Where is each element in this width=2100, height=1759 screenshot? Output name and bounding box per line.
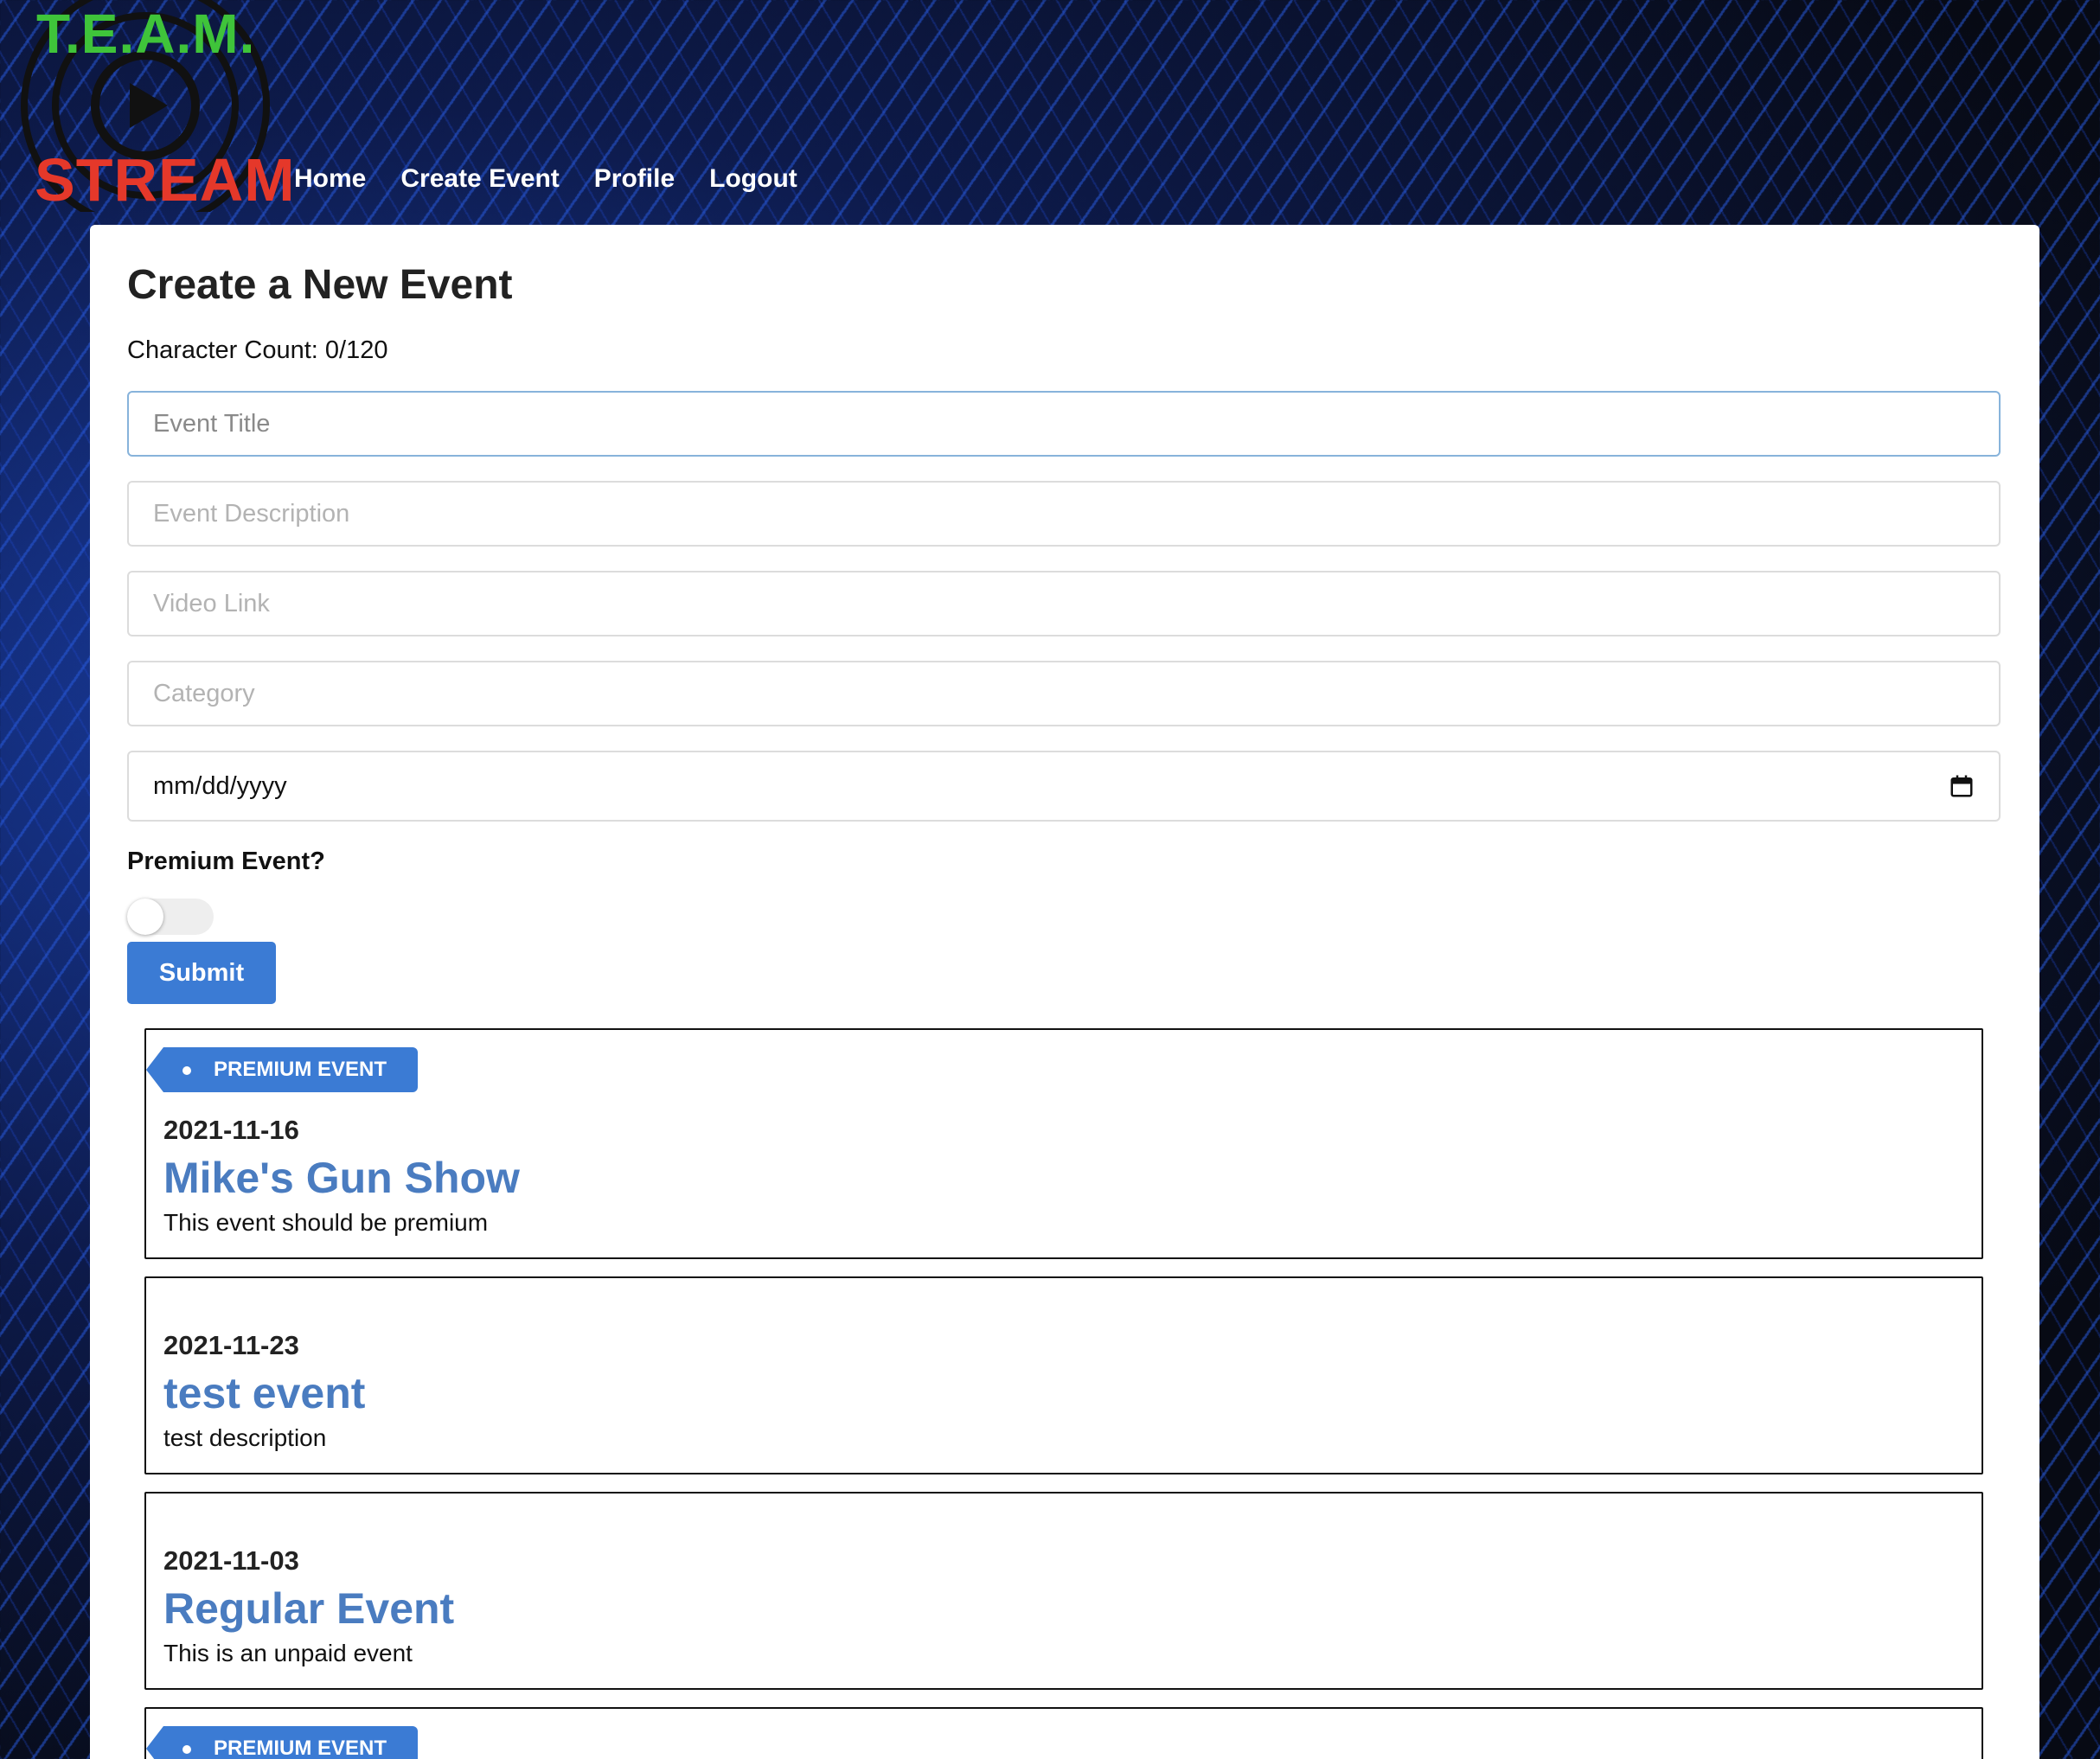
premium-event-toggle[interactable]: [127, 899, 214, 935]
event-card: PREMIUM EVENT 2021-11-16 Mike's Gun Show…: [144, 1028, 1983, 1259]
event-list: PREMIUM EVENT 2021-11-16 Mike's Gun Show…: [144, 1028, 2002, 1759]
category-input[interactable]: [127, 661, 2001, 726]
nav-link-home[interactable]: Home: [294, 164, 366, 194]
team-stream-logo[interactable]: T.E.A.M. STREAM: [16, 0, 295, 214]
nav-link-profile[interactable]: Profile: [594, 164, 675, 194]
event-date: 2021-11-16: [163, 1115, 299, 1145]
date-input-value: mm/dd/yyyy: [153, 771, 287, 800]
event-date: 2021-11-23: [163, 1330, 299, 1360]
event-description: test description: [163, 1424, 327, 1451]
event-title-link[interactable]: Regular Event: [163, 1585, 1964, 1633]
premium-tag-label: PREMIUM EVENT: [214, 1058, 387, 1081]
logo-text-top: T.E.A.M.: [36, 3, 256, 65]
nav-link-create-event[interactable]: Create Event: [400, 164, 559, 194]
page-title: Create a New Event: [127, 262, 513, 308]
main-nav: Home Create Event Profile Logout: [294, 164, 797, 194]
event-title-input[interactable]: [127, 391, 2001, 457]
event-date: 2021-11-03: [163, 1545, 299, 1576]
event-description: This is an unpaid event: [163, 1640, 413, 1666]
character-count: Character Count: 0/120: [127, 336, 388, 364]
video-link-input[interactable]: [127, 571, 2001, 636]
premium-event-label: Premium Event?: [127, 848, 325, 875]
premium-event-tag: PREMIUM EVENT: [145, 1047, 419, 1092]
event-date-input[interactable]: mm/dd/yyyy: [127, 751, 2001, 822]
tag-dot-icon: [182, 1066, 191, 1075]
create-event-card: Create a New Event Character Count: 0/12…: [90, 225, 2039, 1759]
site-header: T.E.A.M. STREAM Home Create Event Profil…: [0, 0, 2100, 225]
event-card: PREMIUM EVENT: [144, 1707, 1983, 1759]
calendar-icon[interactable]: [1949, 773, 1975, 799]
event-card: 2021-11-23 test event test description: [144, 1276, 1983, 1474]
event-card: 2021-11-03 Regular Event This is an unpa…: [144, 1492, 1983, 1690]
tag-dot-icon: [182, 1745, 191, 1754]
logo-text-bottom: STREAM: [35, 146, 296, 214]
event-description-input[interactable]: [127, 481, 2001, 547]
premium-event-tag: PREMIUM EVENT: [145, 1726, 419, 1759]
event-description: This event should be premium: [163, 1209, 489, 1236]
nav-link-logout[interactable]: Logout: [709, 164, 797, 194]
event-title-link[interactable]: test event: [163, 1370, 1964, 1417]
toggle-knob: [127, 899, 163, 935]
submit-button[interactable]: Submit: [127, 942, 276, 1004]
event-title-link[interactable]: Mike's Gun Show: [163, 1155, 1964, 1202]
premium-tag-label: PREMIUM EVENT: [214, 1737, 387, 1759]
